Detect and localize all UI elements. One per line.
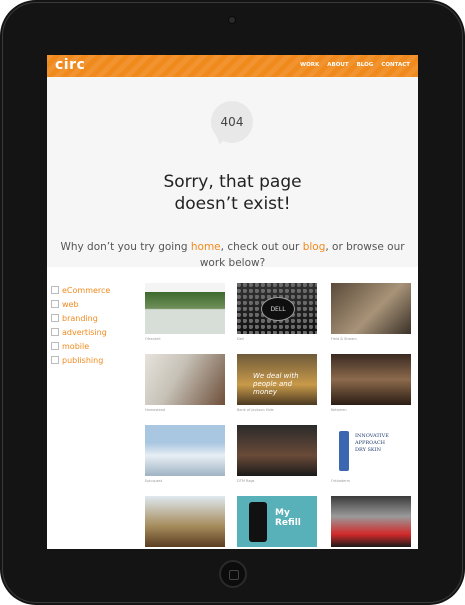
subtext-prefix: Why don’t you try going	[60, 241, 188, 253]
nav-work[interactable]: WORK	[300, 62, 319, 68]
dell-logo: DELL	[261, 297, 295, 321]
portfolio-thumbnail[interactable]	[331, 354, 411, 405]
checkbox[interactable]	[51, 328, 59, 336]
nav-about[interactable]: ABOUT	[327, 62, 348, 68]
checkbox[interactable]	[51, 314, 59, 322]
tile-caption: Dell	[237, 337, 244, 341]
error-hero: 404 Sorry, that page doesn’t exist! Why …	[47, 77, 418, 269]
thumbnail-text: My Refill	[275, 508, 301, 528]
nav-contact[interactable]: CONTACT	[381, 62, 410, 68]
portfolio-tile-field-stream[interactable]: Field & Stream	[331, 283, 411, 341]
blog-link[interactable]: blog	[303, 241, 326, 253]
filter-label: advertising	[62, 327, 107, 337]
portfolio-tile-epicquest[interactable]: Epicquest	[145, 425, 225, 483]
portfolio-tile-orthoderm[interactable]: INNOVATIVE APPROACH DRY SKIN Orthoderm	[331, 425, 411, 483]
portfolio-tile-basketball[interactable]	[331, 496, 411, 549]
portfolio-tile-travel[interactable]	[145, 496, 225, 549]
filter-label: web	[62, 299, 79, 309]
filter-sidebar: eCommerce web branding advertising mobil…	[51, 283, 110, 367]
bottle-image	[339, 431, 349, 471]
filter-label: eCommerce	[62, 285, 111, 295]
home-link[interactable]: home	[191, 241, 221, 253]
checkbox[interactable]	[51, 356, 59, 364]
portfolio-thumbnail[interactable]	[145, 283, 225, 334]
tile-caption: Field & Stream	[331, 337, 357, 341]
thumbnail-text: INNOVATIVE APPROACH DRY SKIN	[355, 433, 389, 453]
portfolio-thumbnail[interactable]	[145, 496, 225, 547]
nav-links: WORK ABOUT BLOG CONTACT	[300, 62, 410, 68]
camera-icon	[229, 17, 235, 23]
checkbox[interactable]	[51, 300, 59, 308]
screen: circ WORK ABOUT BLOG CONTACT 404 Sorry, …	[47, 55, 418, 549]
portfolio-tile-ofrackell[interactable]: Ofrackell	[145, 283, 225, 341]
portfolio-thumbnail[interactable]	[145, 354, 225, 405]
tile-caption: Epicquest	[145, 479, 163, 483]
portfolio-thumbnail[interactable]	[331, 496, 411, 547]
error-subtext: Why don’t you try going home, check out …	[47, 239, 418, 271]
filter-label: branding	[62, 313, 98, 323]
tile-caption: Bank of Jackson Hole	[237, 408, 274, 412]
portfolio-thumbnail[interactable]: My Refill	[237, 496, 317, 547]
checkbox[interactable]	[51, 342, 59, 350]
portfolio-thumbnail[interactable]: DELL	[237, 283, 317, 334]
headline-line-2: doesn’t exist!	[174, 194, 291, 214]
tile-caption: DTM Rags	[237, 479, 255, 483]
filter-label: publishing	[62, 355, 104, 365]
filter-mobile[interactable]: mobile	[51, 339, 110, 353]
portfolio-thumbnail[interactable]	[331, 283, 411, 334]
filter-publishing[interactable]: publishing	[51, 353, 110, 367]
checkbox[interactable]	[51, 286, 59, 294]
portfolio-thumbnail[interactable]: We deal with people and money	[237, 354, 317, 405]
tile-caption: Homestead	[145, 408, 166, 412]
tile-caption: Orthoderm	[331, 479, 351, 483]
headline-line-1: Sorry, that page	[163, 172, 302, 192]
portfolio-tile-homestead[interactable]: Homestead	[145, 354, 225, 412]
portfolio-tile-my-refill[interactable]: My Refill	[237, 496, 317, 549]
speech-bubble-tail-icon	[216, 135, 226, 145]
filter-branding[interactable]: branding	[51, 311, 110, 325]
filter-advertising[interactable]: advertising	[51, 325, 110, 339]
nav-blog[interactable]: BLOG	[357, 62, 374, 68]
thumbnail-text: We deal with people and money	[253, 372, 299, 396]
portfolio-tile-dtm-rags[interactable]: DTM Rags	[237, 425, 317, 483]
tile-caption: Ofrackell	[145, 337, 161, 341]
tablet-device: circ WORK ABOUT BLOG CONTACT 404 Sorry, …	[0, 0, 465, 605]
portfolio-tile-ketamen[interactable]: Ketamen	[331, 354, 411, 412]
portfolio-thumbnail[interactable]: INNOVATIVE APPROACH DRY SKIN	[331, 425, 411, 476]
top-nav: circ WORK ABOUT BLOG CONTACT	[47, 55, 418, 77]
error-headline: Sorry, that page doesn’t exist!	[47, 171, 418, 215]
home-square-icon	[229, 570, 239, 580]
tile-caption: Ketamen	[331, 408, 347, 412]
filter-ecommerce[interactable]: eCommerce	[51, 283, 110, 297]
subtext-mid: , check out our	[220, 241, 300, 253]
portfolio-thumbnail[interactable]	[237, 425, 317, 476]
error-code: 404	[220, 115, 244, 129]
portfolio-tile-bank[interactable]: We deal with people and money Bank of Jack…	[237, 354, 317, 412]
portfolio-thumbnail[interactable]	[145, 425, 225, 476]
portfolio-tile-dell[interactable]: DELL Dell	[237, 283, 317, 341]
filter-label: mobile	[62, 341, 90, 351]
filter-web[interactable]: web	[51, 297, 110, 311]
phone-icon	[249, 502, 267, 542]
home-button[interactable]	[219, 560, 247, 588]
site-logo[interactable]: circ	[55, 57, 85, 73]
